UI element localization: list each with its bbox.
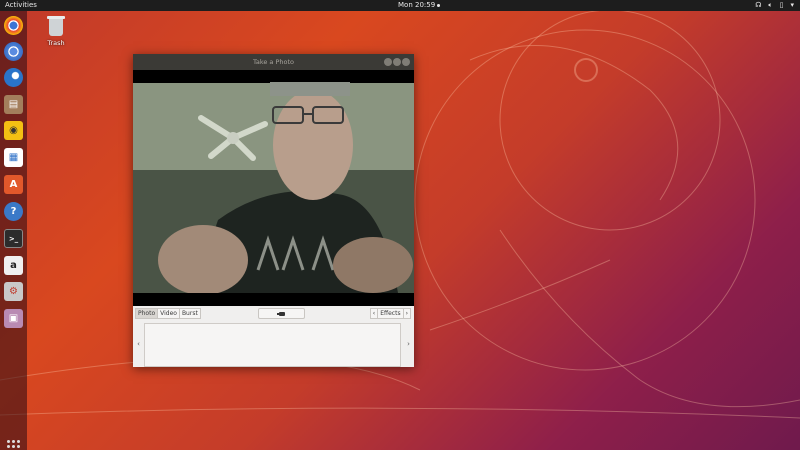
- trash-label: Trash: [47, 39, 65, 47]
- activities-button[interactable]: Activities: [5, 0, 37, 11]
- close-button[interactable]: [402, 58, 410, 66]
- effects-next-button[interactable]: ›: [402, 308, 411, 319]
- window-title: Take a Photo: [252, 58, 295, 66]
- mode-selector: Photo Video Burst: [135, 308, 201, 319]
- help-icon[interactable]: ?: [4, 202, 23, 221]
- files-icon[interactable]: ▤: [4, 95, 23, 114]
- thumbnail-strip: ‹ ›: [133, 321, 414, 367]
- effects-controls: ‹ Effects ›: [369, 308, 411, 319]
- effects-button[interactable]: Effects: [377, 308, 404, 319]
- trash-icon: [47, 16, 65, 36]
- volume-icon[interactable]: 🔈︎: [768, 0, 772, 11]
- thumbnails-prev-button[interactable]: ‹: [133, 321, 144, 367]
- chromium-icon[interactable]: [4, 42, 23, 61]
- battery-icon[interactable]: ▯: [780, 0, 784, 11]
- top-bar: Activities Mon 20:59 ☊ 🔈︎ ▯ ▾: [0, 0, 800, 11]
- libreoffice-writer-icon[interactable]: ▦: [4, 148, 23, 167]
- burst-mode-button[interactable]: Burst: [178, 308, 201, 319]
- video-mode-button[interactable]: Video: [157, 308, 180, 319]
- minimize-button[interactable]: [384, 58, 392, 66]
- clock-menu[interactable]: Mon 20:59: [398, 0, 441, 11]
- clock-text: Mon 20:59: [398, 1, 436, 9]
- thumbnail-area[interactable]: [144, 323, 401, 367]
- notification-dot-icon: [437, 3, 441, 7]
- camera-icon: [276, 311, 285, 316]
- dock: ▤ ◉ ▦ A ? >_ a ⚙ ▣: [0, 11, 27, 450]
- terminal-icon[interactable]: >_: [4, 229, 23, 248]
- accessibility-icon[interactable]: ☊: [755, 0, 761, 11]
- maximize-button[interactable]: [393, 58, 401, 66]
- take-photo-button[interactable]: [258, 308, 305, 319]
- system-tray[interactable]: ☊ 🔈︎ ▯ ▾: [755, 0, 794, 11]
- power-menu-icon[interactable]: ▾: [790, 0, 794, 11]
- desktop-trash[interactable]: Trash: [44, 16, 68, 47]
- settings-icon[interactable]: ⚙: [4, 282, 23, 301]
- window-titlebar[interactable]: Take a Photo: [133, 54, 414, 70]
- cheese-icon[interactable]: ▣: [4, 309, 23, 328]
- photo-mode-button[interactable]: Photo: [135, 308, 159, 319]
- cheese-window: Take a Photo Photo Video Burst ‹ Effects…: [133, 54, 414, 367]
- amazon-icon[interactable]: a: [4, 256, 23, 275]
- show-applications-icon[interactable]: [7, 440, 21, 450]
- camera-preview: [133, 70, 414, 306]
- camera-controls: Photo Video Burst ‹ Effects ›: [133, 306, 414, 321]
- webcam-image: [133, 70, 414, 306]
- software-center-icon[interactable]: A: [4, 175, 23, 194]
- thunderbird-icon[interactable]: [4, 68, 23, 87]
- chrome-icon[interactable]: [4, 16, 23, 35]
- thumbnails-next-button[interactable]: ›: [403, 321, 414, 367]
- rhythmbox-icon[interactable]: ◉: [4, 121, 23, 140]
